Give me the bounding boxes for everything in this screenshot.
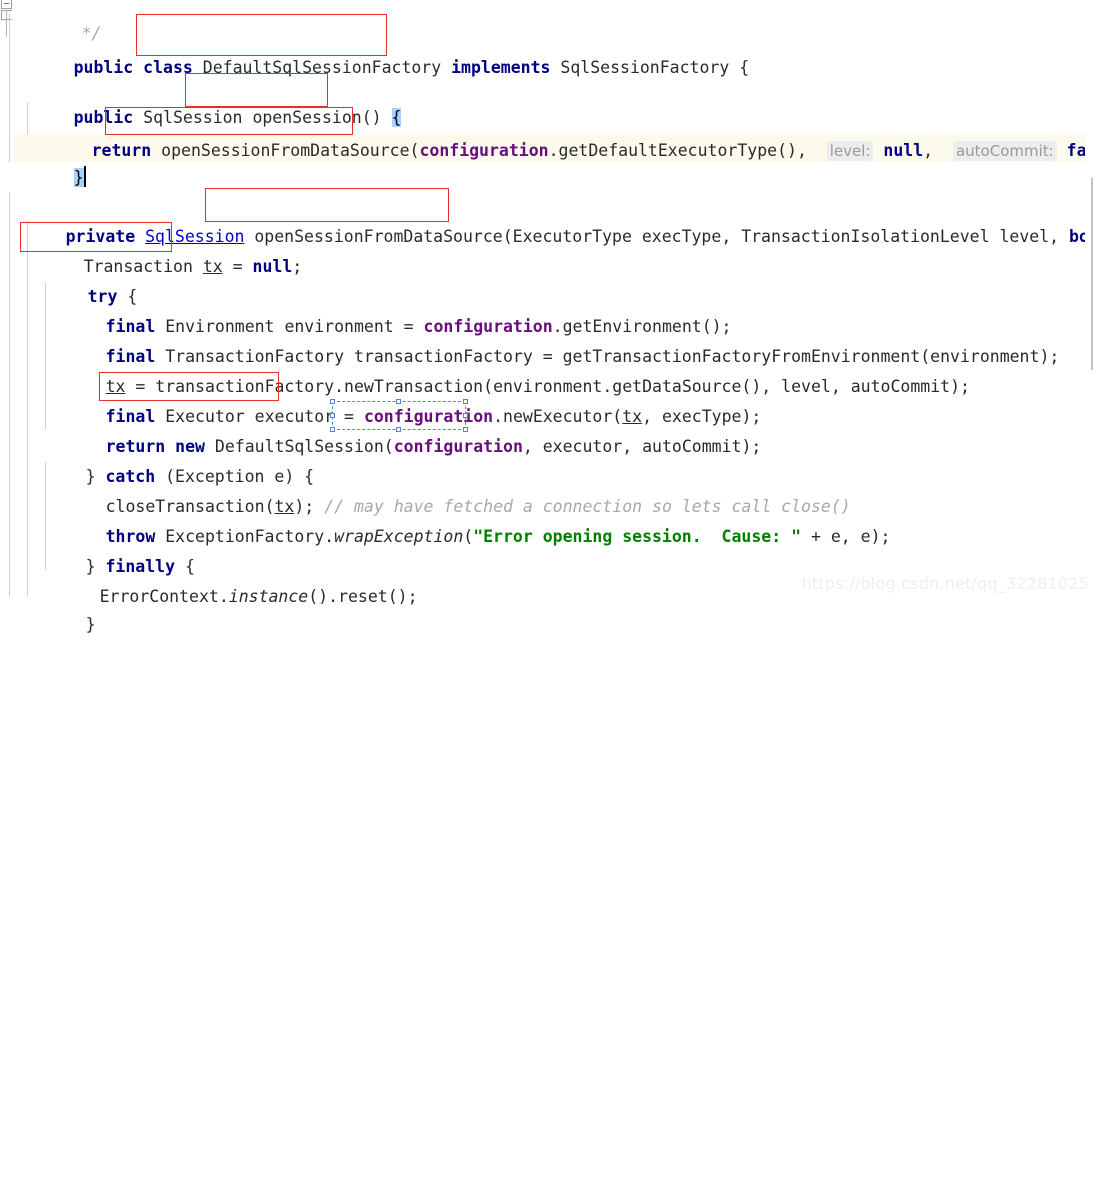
vertical-scrollbar-thumb[interactable] (1091, 178, 1093, 370)
code-line-15: return new DefaultSqlSession(configurati… (105, 437, 762, 456)
vertical-scrollbar[interactable] (1085, 0, 1099, 597)
code-line-17: closeTransaction(tx); // may have fetche… (105, 497, 851, 516)
code-line-10: try { (87, 287, 138, 306)
code-line-8: private SqlSession openSessionFromDataSo… (6, 192, 1099, 246)
string-error-message: "Error opening session. Cause: " (473, 527, 802, 546)
interface-name-token: SqlSessionFactory (560, 58, 730, 77)
param-type-executortype: ExecutorType (512, 227, 632, 246)
param-hint-level-value: null (883, 141, 924, 160)
param-type-isolationlevel: TransactionIsolationLevel (741, 227, 990, 246)
code-line-21: } (85, 615, 96, 634)
keyword-implements: implements (451, 58, 551, 77)
arg-autocommit: autoCommit (850, 377, 951, 396)
call-open-from-datasource: openSessionFromDataSource (161, 141, 410, 160)
call-get-default-executor-type: getDefaultExecutorType (558, 141, 778, 160)
code-line-13: tx = transactionFactory.newTransaction(e… (105, 377, 970, 396)
arg-executor: executor (542, 437, 623, 456)
param-hint-autocommit-label: autoCommit: (952, 141, 1057, 161)
code-line-16: } catch (Exception e) { (85, 467, 315, 486)
code-line-4: public SqlSession openSession() { (14, 73, 402, 127)
code-editor[interactable]: */ public class DefaultSqlSessionFactory… (0, 0, 1099, 634)
call-wrap-exception: wrapException (334, 527, 464, 546)
field-configuration: configuration (419, 141, 549, 160)
field-configuration-selected: configuration (393, 437, 523, 456)
watermark: https://blog.csdn.net/qq_32281025 (801, 574, 1089, 593)
arg-e: e (860, 527, 871, 546)
param-exectype: execType (641, 227, 722, 246)
code-line-2: public class DefaultSqlSessionFactory im… (73, 58, 750, 77)
code-line-18: throw ExceptionFactory.wrapException("Er… (105, 527, 891, 546)
arg-autocommit: autoCommit (642, 437, 742, 456)
code-line-20: ErrorContext.instance().reset(); (99, 587, 418, 606)
param-level: level (999, 227, 1050, 246)
code-line-5: return openSessionFromDataSource(configu… (32, 106, 1099, 161)
selected-closing-brace: } (73, 168, 84, 187)
code-line-11: final Environment environment = configur… (105, 317, 732, 336)
literal-null: null (252, 257, 293, 276)
param-hint-level-label: level: (826, 141, 874, 161)
code-line-1: */ (22, 0, 102, 43)
code-line-6: } (14, 133, 86, 187)
code-line-12: final TransactionFactory transactionFact… (105, 347, 1060, 366)
arg-e: e (830, 527, 841, 546)
text-caret (83, 166, 86, 187)
code-line-9: Transaction tx = null; (83, 257, 303, 276)
var-tx: tx (202, 257, 223, 276)
arg-level: level (781, 377, 831, 396)
code-line-19: } finally { (85, 557, 195, 576)
keyword-return: return (91, 141, 152, 160)
code-content: */ public class DefaultSqlSessionFactory… (0, 0, 1099, 634)
code-line-14: final Executor executor = configuration.… (105, 407, 762, 426)
